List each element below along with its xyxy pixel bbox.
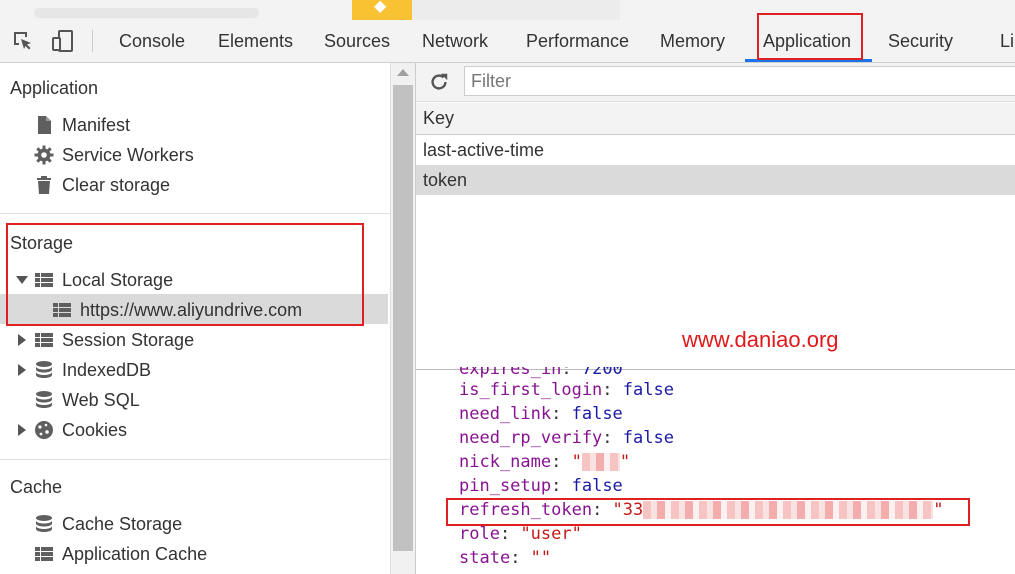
- json-line: nick_name: " ": [459, 452, 631, 472]
- sidebar-item-label: IndexedDB: [62, 360, 152, 380]
- sidebar-item-label: Manifest: [62, 115, 131, 135]
- storage-table: Key last-active-time token www.daniao.or…: [416, 101, 1015, 370]
- sidebar-item-label: Local Storage: [62, 270, 174, 290]
- json-line: state: "": [459, 548, 552, 568]
- scrollbar-thumb[interactable]: [393, 85, 413, 551]
- cookie-icon: [35, 421, 53, 439]
- expand-arrow-icon[interactable]: [18, 364, 26, 376]
- tab-sources[interactable]: Sources: [324, 20, 390, 62]
- database-icon: [36, 515, 52, 532]
- tab-network[interactable]: Network: [422, 20, 488, 62]
- json-line: need_rp_verify: false: [459, 428, 674, 448]
- sidebar-item-label: Cookies: [62, 420, 128, 440]
- column-header-key[interactable]: Key: [416, 103, 1015, 135]
- json-line: refresh_token: "33 ": [459, 500, 944, 520]
- json-line: role: "user": [459, 524, 582, 544]
- device-toolbar-icon[interactable]: [51, 29, 75, 53]
- sidebar-item-label: Cache Storage: [62, 514, 183, 534]
- sidebar-item-label: https://www.aliyundrive.com: [80, 300, 303, 320]
- trash-icon: [37, 176, 51, 194]
- tab-elements[interactable]: Elements: [218, 20, 293, 62]
- devtools-tabbar: Console Elements Sources Network Perform…: [0, 20, 1015, 63]
- scroll-up-arrow-icon[interactable]: [397, 69, 409, 76]
- sidebar-divider: [0, 213, 390, 214]
- blurred-address-area: [34, 8, 259, 18]
- browser-top-strip: ◆: [0, 0, 1015, 20]
- grid-icon: [35, 273, 53, 287]
- storage-panel: Key last-active-time token www.daniao.or…: [415, 63, 1015, 574]
- json-line: pin_setup: false: [459, 476, 623, 496]
- table-row[interactable]: last-active-time: [416, 135, 1015, 165]
- sidebar-item-label: Clear storage: [62, 175, 171, 195]
- database-icon: [36, 361, 52, 378]
- table-row-selected[interactable]: token: [416, 165, 1015, 195]
- sidebar-item-label: Service Workers: [62, 145, 194, 165]
- section-title-cache: Cache: [10, 477, 63, 497]
- share-extension-icon[interactable]: ◆: [352, 0, 412, 20]
- sidebar-item-label: Application Cache: [62, 544, 208, 564]
- section-title-storage: Storage: [10, 233, 74, 253]
- json-line: is_first_login: false: [459, 380, 674, 400]
- expand-arrow-icon[interactable]: [18, 334, 26, 346]
- redacted-value: [581, 453, 620, 471]
- database-icon: [36, 391, 52, 408]
- tab-application[interactable]: Application: [763, 20, 851, 62]
- refresh-icon[interactable]: [428, 71, 450, 93]
- json-value-preview: expires_in: 7200 is_first_login: false n…: [416, 367, 1015, 574]
- json-line: need_link: false: [459, 404, 623, 424]
- sidebar-divider: [0, 459, 390, 460]
- section-title-application: Application: [10, 78, 99, 98]
- sidebar-item-label: Web SQL: [62, 390, 140, 410]
- browser-tab-area: [412, 0, 620, 20]
- redacted-value: [643, 501, 934, 519]
- grid-icon: [35, 333, 53, 347]
- watermark-text: www.daniao.org: [682, 327, 839, 352]
- grid-icon: [53, 303, 71, 317]
- tab-console[interactable]: Console: [119, 20, 185, 62]
- expand-arrow-icon[interactable]: [16, 276, 28, 284]
- toolbar-separator: [92, 30, 93, 52]
- tab-security[interactable]: Security: [888, 20, 953, 62]
- tab-performance[interactable]: Performance: [526, 20, 629, 62]
- tab-memory[interactable]: Memory: [660, 20, 725, 62]
- grid-icon: [35, 547, 53, 561]
- file-icon: [38, 116, 51, 134]
- inspect-element-icon[interactable]: [11, 29, 35, 53]
- application-sidebar: Application Manifest Service Workers Cle…: [0, 63, 390, 574]
- active-tab-indicator: [745, 59, 872, 62]
- gear-icon: [34, 145, 54, 165]
- sidebar-item-label: Session Storage: [62, 330, 195, 350]
- sidebar-scrollbar[interactable]: [390, 63, 415, 574]
- tab-lighthouse[interactable]: Li: [1000, 20, 1014, 62]
- expand-arrow-icon[interactable]: [18, 424, 26, 436]
- filter-input[interactable]: [464, 66, 1015, 96]
- filter-toolbar: [416, 63, 1015, 102]
